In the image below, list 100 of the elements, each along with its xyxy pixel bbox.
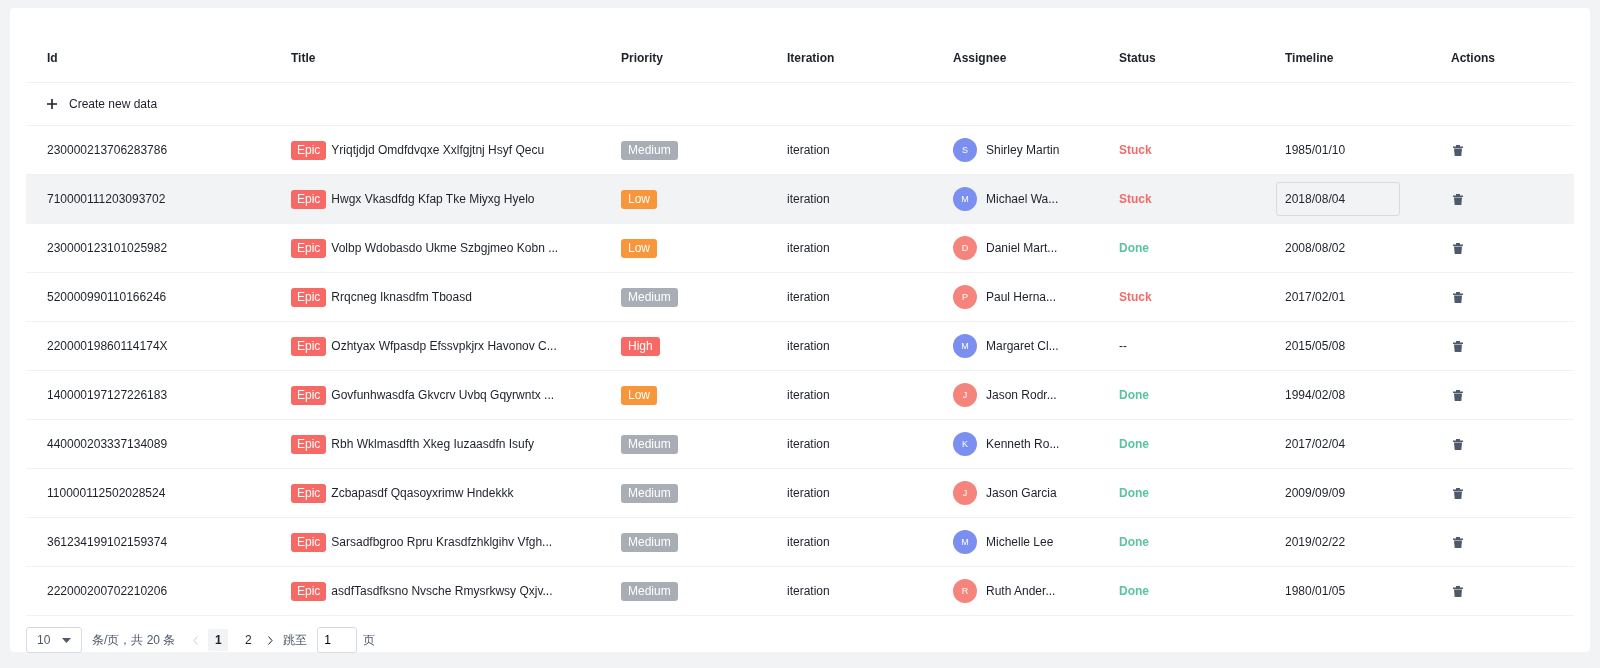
date-field[interactable]: 2018/08/04 — [1276, 182, 1401, 216]
iteration-cell: iteration — [787, 388, 830, 402]
epic-tag: Epic — [291, 434, 327, 454]
plus-icon — [47, 99, 57, 109]
page-button[interactable]: 1 — [208, 629, 229, 651]
status-text: Done — [1119, 241, 1149, 255]
epic-tag: Epic — [291, 385, 327, 405]
assignee-name: Ruth Ander... — [986, 584, 1056, 598]
title-cell: Rrqcneg Iknasdfm Tboasd — [331, 290, 472, 304]
table-row[interactable]: 520000990110166246 Epic Rrqcneg Iknasdfm Tboasd Medium iteration P Paul Herna... Stuck 2017/02/01 — [26, 273, 1574, 322]
delete-button[interactable] — [1453, 291, 1463, 303]
title-cell: Zcbapasdf Qqasoyxrimw Hndekkk — [331, 486, 514, 500]
status-text: Done — [1119, 437, 1149, 451]
column-header: Actions — [1451, 51, 1495, 65]
table-row[interactable]: 230000123101025982 Epic Volbp Wdobasdo Ukme Szbgjmeo Kobn ... Low iteration D Daniel Mart... Done 2008/08/02 — [26, 224, 1574, 273]
table-row[interactable]: 140000197127226183 Epic Govfunhwasdfa Gkvcrv Uvbq Gqyrwntx ... Low iteration J Jason Rodr... Done 1994/02/08 — [26, 371, 1574, 420]
table-row[interactable]: 440000203337134089 Epic Rbh Wklmasdfth Xkeg Iuzaasdfn Isufy Medium iteration K Kenneth Ro... Done 2017/02/04 — [26, 420, 1574, 469]
page-button[interactable]: 2 — [238, 629, 259, 651]
epic-tag: Epic — [291, 189, 327, 209]
delete-button[interactable] — [1453, 438, 1463, 450]
title-cell: Ozhtyax Wfpasdp Efssvpkjrx Havonov C... — [331, 339, 557, 353]
assignee-name: Daniel Mart... — [986, 241, 1058, 255]
page-summary: 条/页，共 20 条 — [92, 631, 176, 649]
epic-tag: Epic — [291, 287, 327, 307]
table-row[interactable]: 110000112502028524 Epic Zcbapasdf Qqasoyxrimw Hndekkk Medium iteration J Jason Garcia Done 2009/09/09 — [26, 469, 1574, 518]
status-text: Stuck — [1119, 290, 1152, 304]
avatar: P — [953, 285, 977, 309]
avatar: M — [953, 334, 977, 358]
delete-button[interactable] — [1453, 144, 1463, 156]
id-cell: 140000197127226183 — [47, 388, 168, 402]
iteration-cell: iteration — [787, 437, 830, 451]
assignee-name: Paul Herna... — [986, 290, 1057, 304]
assignee-name: Kenneth Ro... — [986, 437, 1060, 451]
priority-tag: Medium — [621, 140, 678, 160]
delete-button[interactable] — [1453, 340, 1463, 352]
epic-tag: Epic — [291, 581, 327, 601]
epic-tag: Epic — [291, 140, 327, 160]
id-cell: 230000123101025982 — [47, 241, 168, 255]
priority-tag: Medium — [621, 483, 678, 503]
page-size-select[interactable]: 10 — [26, 627, 82, 653]
id-cell: 230000213706283786 — [47, 143, 168, 157]
column-header: Title — [291, 51, 316, 65]
title-cell: Hwgx Vkasdfdg Kfap Tke Miyxg Hyelo — [331, 192, 535, 206]
date-cell: 2017/02/01 — [1285, 290, 1346, 304]
assignee-name: Michael Wa... — [986, 192, 1059, 206]
column-header: Iteration — [787, 51, 835, 65]
avatar: R — [953, 579, 977, 603]
title-cell: asdfTasdfksno Nvsche Rmysrkwsy Qxjv... — [331, 584, 553, 598]
status-text: Done — [1119, 535, 1149, 549]
date-cell: 1994/02/08 — [1285, 388, 1346, 402]
date-cell: 2009/09/09 — [1285, 486, 1346, 500]
table-row[interactable]: 22000019860114174X Epic Ozhtyax Wfpasdp Efssvpkjrx Havonov C... High iteration M Margaret Cl... -- 2015/05/08 — [26, 322, 1574, 371]
status-text: Done — [1119, 584, 1149, 598]
column-header: Status — [1119, 51, 1156, 65]
delete-button[interactable] — [1453, 389, 1463, 401]
priority-tag: High — [621, 336, 660, 356]
jump-input[interactable]: 1 — [317, 627, 358, 653]
delete-button[interactable] — [1453, 585, 1463, 597]
delete-button[interactable] — [1453, 536, 1463, 548]
date-cell: 2015/05/08 — [1285, 339, 1346, 353]
caret-icon — [62, 637, 71, 643]
trash-icon — [1453, 487, 1463, 499]
chevron-right-icon — [268, 635, 274, 645]
column-header: Id — [47, 51, 58, 65]
trash-icon — [1453, 193, 1463, 205]
delete-button[interactable] — [1453, 242, 1463, 254]
id-cell: 22000019860114174X — [47, 339, 168, 353]
status-text: Done — [1119, 388, 1149, 402]
iteration-cell: iteration — [787, 143, 830, 157]
iteration-cell: iteration — [787, 241, 830, 255]
trash-icon — [1453, 389, 1463, 401]
status-text: Done — [1119, 486, 1149, 500]
avatar: K — [953, 432, 977, 456]
status-text: Stuck — [1119, 143, 1152, 157]
delete-button[interactable] — [1453, 487, 1463, 499]
iteration-cell: iteration — [787, 535, 830, 549]
priority-tag: Medium — [621, 581, 678, 601]
title-cell: Volbp Wdobasdo Ukme Szbgjmeo Kobn ... — [331, 241, 559, 255]
next-page-button[interactable] — [268, 635, 274, 645]
trash-icon — [1453, 585, 1463, 597]
id-cell: 710000111203093702 — [47, 192, 166, 206]
id-cell: 440000203337134089 — [47, 437, 168, 451]
avatar: S — [953, 138, 977, 162]
priority-tag: Medium — [621, 434, 678, 454]
delete-button[interactable] — [1453, 193, 1463, 205]
epic-tag: Epic — [291, 238, 327, 258]
jump-label: 跳至 — [283, 631, 308, 649]
create-button[interactable]: Create new data — [26, 97, 270, 111]
column-header: Priority — [621, 51, 663, 65]
date-cell: 1985/01/10 — [1285, 143, 1346, 157]
assignee-name: Jason Rodr... — [986, 388, 1057, 402]
epic-tag: Epic — [291, 336, 327, 356]
assignee-name: Margaret Cl... — [986, 339, 1059, 353]
priority-tag: Low — [621, 385, 657, 405]
id-cell: 361234199102159374 — [47, 535, 168, 549]
table-row[interactable]: 222000200702210206 Epic asdfTasdfksno Nvsche Rmysrkwsy Qxjv... Medium iteration R Ruth Ander... Done 1980/01/05 — [26, 567, 1574, 616]
chevron-left-icon — [193, 635, 199, 645]
assignee-name: Jason Garcia — [986, 486, 1057, 500]
table-row[interactable]: 710000111203093702 Epic Hwgx Vkasdfdg Kfap Tke Miyxg Hyelo Low iteration M Michael Wa... Stuck 2018/08/04 — [26, 175, 1574, 224]
table-row[interactable]: 361234199102159374 Epic Sarsadfbgroo Rpru Krasdfzhklgihv Vfgh... Medium iteration M Michelle Lee Done 2019/02/22 — [26, 518, 1574, 567]
